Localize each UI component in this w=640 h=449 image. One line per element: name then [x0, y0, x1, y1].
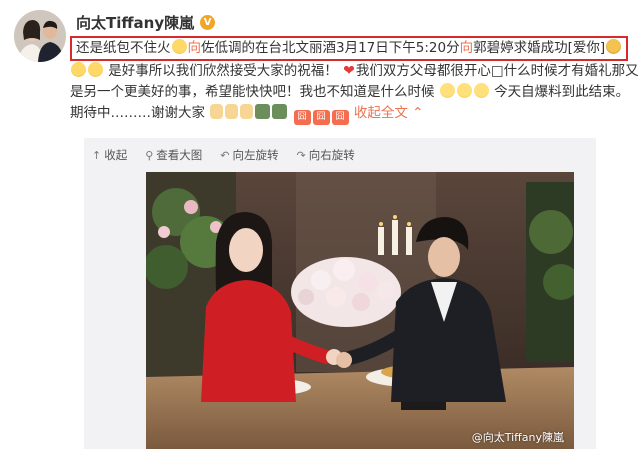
rotate-right-button[interactable]: ↷ 向右旋转	[297, 147, 355, 163]
jiong-stamp-icon: 囧	[293, 110, 311, 125]
grin-emoji-icon	[456, 83, 472, 98]
pray-emoji-icon	[240, 104, 254, 119]
verified-icon: V	[200, 15, 216, 30]
post-text: 是另一个更美好的事，希望能快快吧！我也不知道是什么时候	[70, 84, 435, 100]
post-line-2: 是好事所以我们欣然接受大家的祝福！ ❤我们双方父母都很开心□什么时候才有婚礼那又	[70, 61, 639, 82]
face-emoji-icon	[272, 104, 288, 119]
arrow-up-icon: ↑	[92, 148, 102, 162]
face-emoji-icon	[255, 104, 271, 119]
mention-link[interactable]: 向	[460, 40, 474, 56]
post-text: 是好事所以我们欣然接受大家的祝福！	[108, 63, 338, 79]
jiong-stamp-icon: 囧	[312, 110, 330, 125]
laugh-emoji-icon	[88, 62, 103, 77]
post-text: 还是纸包不住火	[76, 40, 171, 56]
laugh-emoji-icon	[71, 62, 86, 77]
post-content: 还是纸包不住火 向佐低调的在台北文丽酒3月17日下午5:20分向郭碧婷求婚成功[爱…	[70, 36, 639, 125]
mention-link[interactable]: 向	[188, 40, 202, 56]
post-text: 郭碧婷求婚成功[爱你]	[473, 40, 606, 56]
post-line-4: 期待中………谢谢大家 囧囧囧 收起全文 ⌃	[70, 103, 620, 125]
post-text: 今天自爆料到此结束。	[494, 84, 630, 100]
view-large-button[interactable]: ⚲ 查看大图	[145, 147, 202, 163]
post-text: 佐低调的在台北文丽酒3月17日下午5:20分	[201, 40, 460, 56]
avatar[interactable]	[14, 10, 66, 62]
post-photo[interactable]: @向太Tiffany陳嵐	[146, 172, 574, 449]
rotate-left-label[interactable]: 向左旋转	[233, 147, 279, 163]
grin-emoji-icon	[439, 83, 455, 98]
post-text: 什么时候才有婚礼那又	[503, 63, 639, 79]
username[interactable]: 向太Tiffany陳嵐 V	[76, 12, 216, 33]
collapse-text-label[interactable]: 收起全文	[354, 105, 408, 121]
username-text[interactable]: 向太Tiffany陳嵐	[76, 12, 194, 33]
rotate-left-button[interactable]: ↶ 向左旋转	[220, 147, 278, 163]
grin-emoji-icon	[473, 83, 489, 98]
photo-illustration	[146, 172, 574, 449]
pray-emoji-icon	[225, 104, 239, 119]
smirk-emoji-icon	[171, 39, 187, 54]
media-toolbar: ↑ 收起 ⚲ 查看大图 ↶ 向左旋转 ↷ 向右旋转	[84, 138, 596, 172]
collapse-button[interactable]: ↑ 收起	[92, 147, 127, 163]
post-text: 期待中………谢谢大家	[70, 105, 205, 121]
collapse-label[interactable]: 收起	[104, 147, 127, 163]
photo-watermark: @向太Tiffany陳嵐	[471, 431, 564, 444]
chevron-up-icon: ⌃	[407, 105, 424, 121]
media-card: ↑ 收起 ⚲ 查看大图 ↶ 向左旋转 ↷ 向右旋转 @向太Tiffany陳嵐	[84, 138, 596, 449]
love-emoji-icon	[606, 39, 622, 54]
post-text: 我们双方父母都很开心	[355, 63, 491, 79]
post-line-3: 是另一个更美好的事，希望能快快吧！我也不知道是什么时候 今天自爆料到此结束。	[70, 82, 629, 103]
rotate-right-icon: ↷	[296, 148, 306, 162]
collapse-text-link[interactable]: 收起全文 ⌃	[354, 105, 424, 121]
zoom-icon: ⚲	[145, 148, 154, 162]
rotate-left-icon: ↶	[220, 148, 230, 162]
rotate-right-label[interactable]: 向右旋转	[309, 147, 355, 163]
pray-emoji-icon	[210, 104, 224, 119]
jiong-stamp-icon: 囧	[331, 110, 349, 125]
heart-icon: ❤	[343, 63, 355, 79]
view-large-label[interactable]: 查看大图	[156, 147, 202, 163]
highlighted-line: 还是纸包不住火 向佐低调的在台北文丽酒3月17日下午5:20分向郭碧婷求婚成功[爱…	[70, 36, 629, 61]
